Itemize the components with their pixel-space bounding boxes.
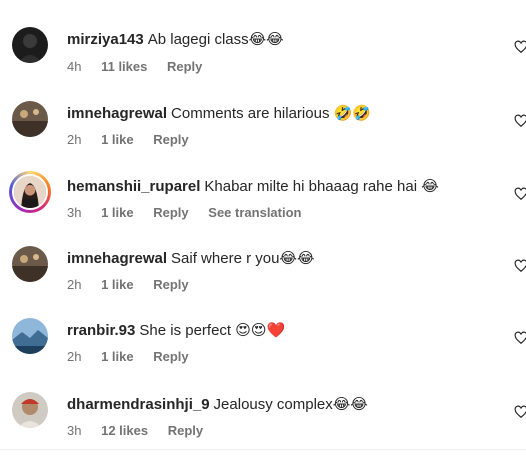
comment-time[interactable]: 3h xyxy=(67,423,81,438)
comment-meta: 2h 1 like Reply xyxy=(67,349,205,364)
heart-outline-icon[interactable] xyxy=(514,331,526,345)
comment-username[interactable]: imnehagrewal xyxy=(67,250,167,267)
comment-text: Khabar milte hi bhaaag rahe hai 😂 xyxy=(204,178,439,195)
heart-outline-icon[interactable] xyxy=(514,40,526,54)
comment-item: hemanshii_ruparel Khabar milte hi bhaaag … xyxy=(0,171,526,246)
avatar[interactable] xyxy=(12,101,48,137)
comment-text: Comments are hilarious 🤣🤣 xyxy=(171,105,371,122)
reply-button[interactable]: Reply xyxy=(153,205,188,220)
comment-time[interactable]: 2h xyxy=(67,277,81,292)
avatar[interactable] xyxy=(12,27,48,63)
comment-item: mirziya143 Ab lagegi class😂😂 4h 11 likes … xyxy=(0,27,526,99)
heart-outline-icon[interactable] xyxy=(514,405,526,419)
heart-outline-icon[interactable] xyxy=(514,259,526,273)
comment-item: rranbir.93 She is perfect 😍😍❤️ 2h 1 like … xyxy=(0,318,526,390)
comment-likes[interactable]: 1 like xyxy=(101,349,134,364)
comment-username[interactable]: dharmendrasinhji_9 xyxy=(67,396,210,413)
comment-likes[interactable]: 12 likes xyxy=(101,423,148,438)
avatar-image xyxy=(12,174,48,210)
comment-meta: 3h 12 likes Reply xyxy=(67,423,219,438)
comment-text: Jealousy complex😂😂 xyxy=(213,396,368,413)
comment-line: dharmendrasinhji_9 Jealousy complex😂😂 xyxy=(67,395,368,415)
comment-line: imnehagrewal Comments are hilarious 🤣🤣 xyxy=(67,104,371,124)
comment-meta: 3h 1 like Reply See translation xyxy=(67,205,317,220)
comment-username[interactable]: rranbir.93 xyxy=(67,322,135,339)
reply-button[interactable]: Reply xyxy=(167,59,202,74)
comment-username[interactable]: hemanshii_ruparel xyxy=(67,178,200,195)
comment-item: imnehagrewal Comments are hilarious 🤣🤣 2h… xyxy=(0,101,526,173)
reply-button[interactable]: Reply xyxy=(168,423,203,438)
comment-time[interactable]: 2h xyxy=(67,349,81,364)
comment-username[interactable]: imnehagrewal xyxy=(67,105,167,122)
comment-likes[interactable]: 11 likes xyxy=(101,59,147,74)
comment-line: rranbir.93 She is perfect 😍😍❤️ xyxy=(67,321,285,341)
avatar[interactable] xyxy=(12,246,48,282)
comment-time[interactable]: 3h xyxy=(67,205,81,220)
comment-meta: 2h 1 like Reply xyxy=(67,132,205,147)
comment-line: imnehagrewal Saif where r you😂😂 xyxy=(67,249,314,269)
comment-line: hemanshii_ruparel Khabar milte hi bhaaag … xyxy=(67,177,439,197)
heart-outline-icon[interactable] xyxy=(514,114,526,128)
heart-outline-icon[interactable] xyxy=(514,187,526,201)
comment-meta: 4h 11 likes Reply xyxy=(67,59,218,74)
comment-text: She is perfect 😍😍❤️ xyxy=(139,322,286,339)
comment-meta: 2h 1 like Reply xyxy=(67,277,205,292)
comment-text: Saif where r you😂😂 xyxy=(171,250,315,267)
comment-likes[interactable]: 1 like xyxy=(101,132,134,147)
reply-button[interactable]: Reply xyxy=(153,349,188,364)
comment-time[interactable]: 2h xyxy=(67,132,81,147)
comment-line: mirziya143 Ab lagegi class😂😂 xyxy=(67,30,284,50)
avatar[interactable] xyxy=(9,171,51,213)
comment-text: Ab lagegi class😂😂 xyxy=(147,31,284,48)
comment-likes[interactable]: 1 like xyxy=(101,205,134,220)
reply-button[interactable]: Reply xyxy=(153,277,188,292)
comment-likes[interactable]: 1 like xyxy=(101,277,134,292)
comment-item: imnehagrewal Saif where r you😂😂 2h 1 like… xyxy=(0,246,526,318)
avatar[interactable] xyxy=(12,392,48,428)
comment-item: dharmendrasinhji_9 Jealousy complex😂😂 3h … xyxy=(0,392,526,464)
comment-username[interactable]: mirziya143 xyxy=(67,31,144,48)
reply-button[interactable]: Reply xyxy=(153,132,188,147)
comment-time[interactable]: 4h xyxy=(67,59,81,74)
see-translation-link[interactable]: See translation xyxy=(208,205,301,220)
avatar[interactable] xyxy=(12,318,48,354)
